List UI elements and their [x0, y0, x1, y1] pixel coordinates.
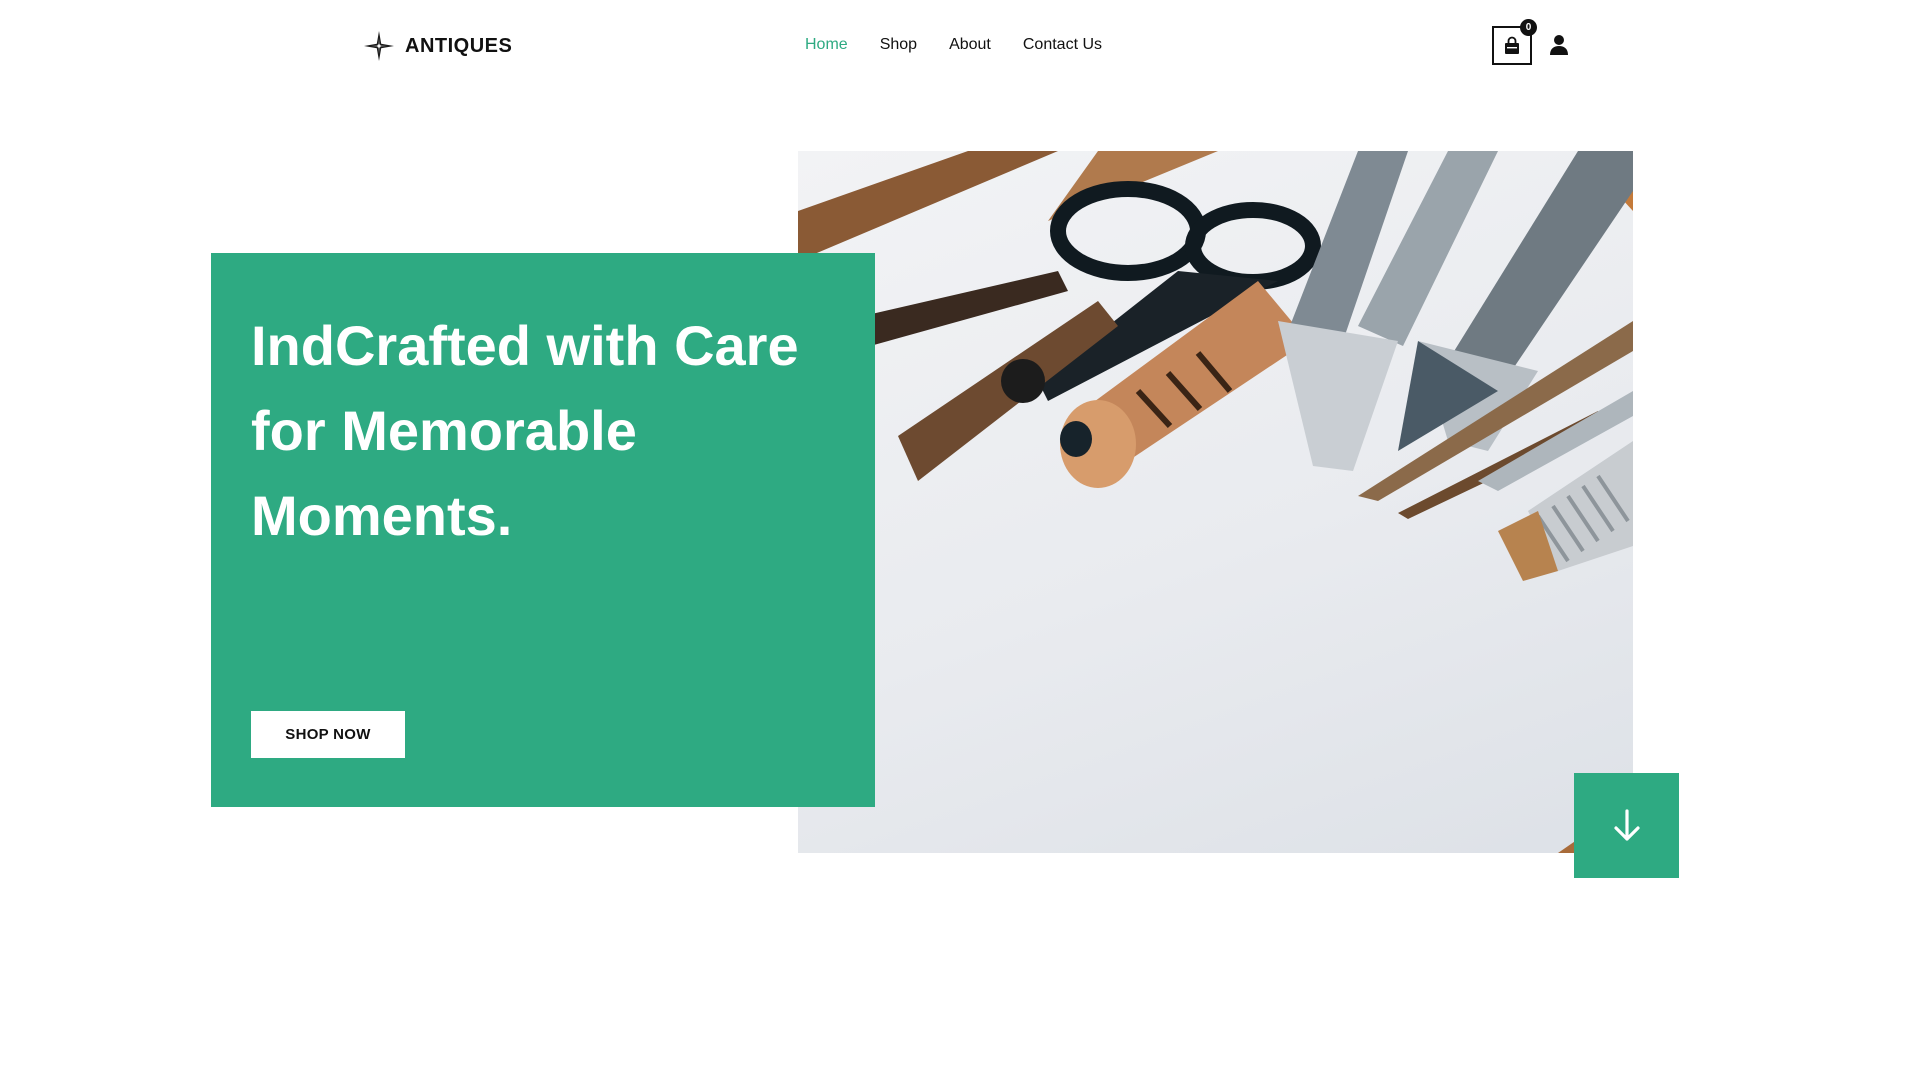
user-icon	[1549, 34, 1569, 56]
nav-item-contact-us[interactable]: Contact Us	[1023, 36, 1102, 54]
nav-item-about[interactable]: About	[949, 36, 991, 54]
hero-card: IndCrafted with Care for Memorable Momen…	[211, 253, 875, 807]
shopping-bag-icon	[1502, 36, 1522, 56]
hero-image-craft-tools	[798, 151, 1633, 853]
compass-star-icon	[363, 30, 395, 62]
nav-item-home[interactable]: Home	[805, 36, 848, 54]
scroll-down-button[interactable]	[1574, 773, 1679, 878]
user-account-button[interactable]	[1549, 34, 1569, 56]
brand-logo[interactable]: ANTIQUES	[363, 28, 512, 64]
brand-name: ANTIQUES	[405, 34, 513, 57]
page: ANTIQUES Home Shop About Contact Us 0 In…	[0, 0, 1920, 1080]
arrow-down-icon	[1612, 808, 1642, 843]
cart-button[interactable]: 0	[1492, 19, 1537, 65]
nav-item-shop[interactable]: Shop	[880, 36, 917, 54]
main-nav: Home Shop About Contact Us	[805, 30, 1102, 60]
shop-now-button[interactable]: SHOP NOW	[251, 711, 405, 758]
cart-count-badge: 0	[1520, 19, 1537, 36]
hero-title: IndCrafted with Care for Memorable Momen…	[251, 314, 799, 547]
